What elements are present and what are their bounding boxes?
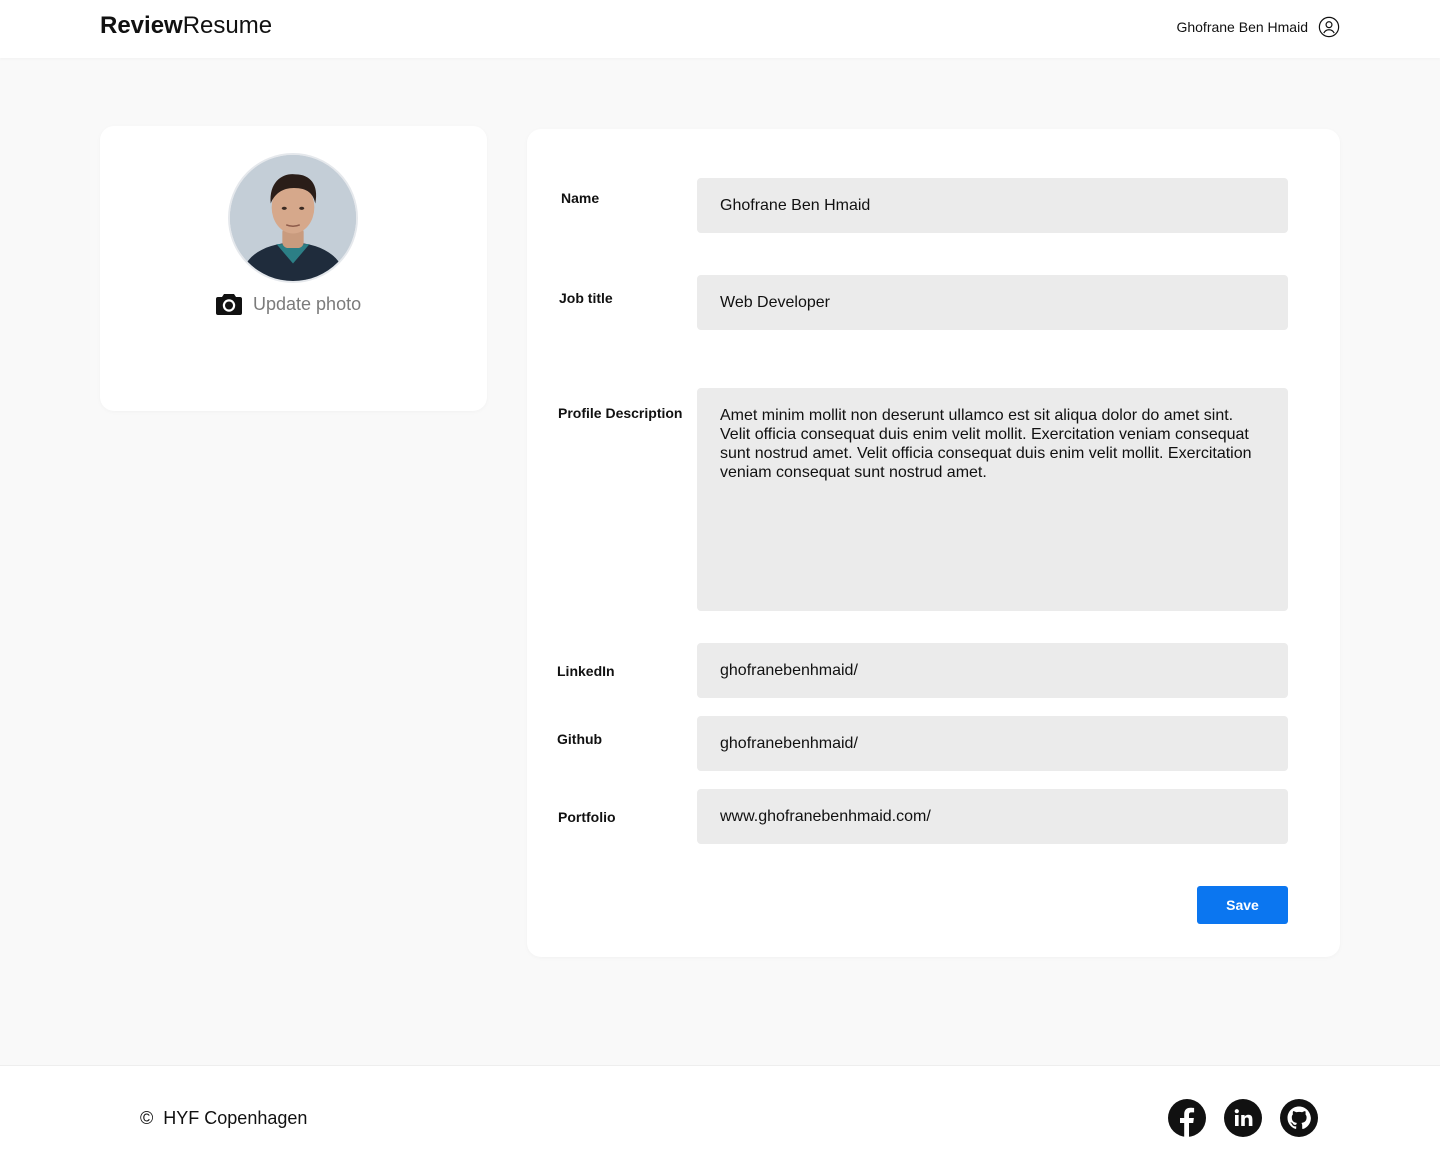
brand-logo-bold: Review (100, 12, 183, 39)
social-links (1168, 1099, 1318, 1137)
profile-form-card: Name Job title Profile Description Amet … (527, 129, 1340, 957)
profile-description-label: Profile Description (558, 405, 683, 421)
profile-description-field[interactable]: Amet minim mollit non deserunt ullamco e… (697, 388, 1288, 611)
github-label: Github (557, 731, 603, 747)
linkedin-icon[interactable] (1224, 1099, 1262, 1137)
avatar-portrait (230, 155, 356, 281)
name-label: Name (561, 190, 600, 206)
github-field[interactable] (697, 716, 1288, 771)
job-title-field[interactable] (697, 275, 1288, 330)
portfolio-field[interactable] (697, 789, 1288, 844)
copyright-icon: © (140, 1108, 154, 1128)
linkedin-field[interactable] (697, 643, 1288, 698)
copyright: © HYF Copenhagen (140, 1108, 307, 1129)
portfolio-label: Portfolio (558, 809, 616, 825)
user-circle-icon[interactable] (1318, 16, 1340, 38)
linkedin-label: LinkedIn (557, 663, 615, 679)
update-photo-button[interactable]: Update photo (216, 291, 361, 317)
facebook-icon[interactable] (1168, 1099, 1206, 1137)
camera-icon (216, 294, 242, 315)
brand-logo[interactable]: ReviewResume (100, 11, 272, 41)
copyright-text: HYF Copenhagen (163, 1108, 308, 1128)
top-navbar: ReviewResume Ghofrane Ben Hmaid (0, 0, 1440, 58)
update-photo-label: Update photo (253, 293, 362, 314)
profile-photo-card: Update photo (100, 126, 487, 411)
avatar (228, 153, 358, 283)
github-icon[interactable] (1280, 1099, 1318, 1137)
job-title-label: Job title (559, 290, 613, 306)
user-menu[interactable]: Ghofrane Ben Hmaid (1176, 15, 1340, 39)
save-button[interactable]: Save (1197, 886, 1288, 924)
brand-logo-light: Resume (182, 12, 273, 39)
user-name[interactable]: Ghofrane Ben Hmaid (1176, 19, 1308, 35)
name-field[interactable] (697, 178, 1288, 233)
footer: © HYF Copenhagen (0, 1065, 1440, 1166)
